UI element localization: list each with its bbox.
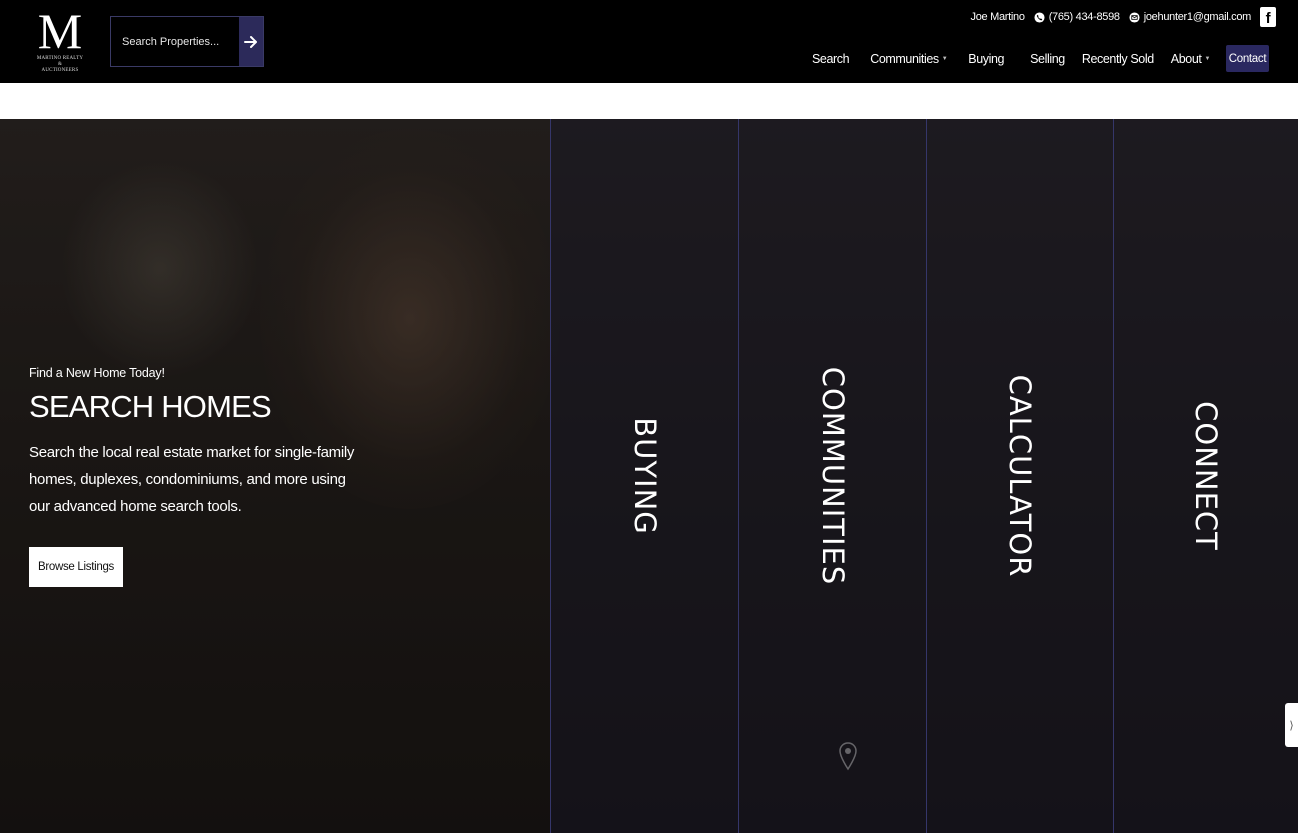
side-widget-tab[interactable]: ⟩: [1285, 703, 1298, 747]
facebook-letter: f: [1265, 10, 1271, 27]
main-nav: Search Communities ▼ Buying Selling Recen…: [791, 45, 1269, 72]
email-address: joehunter1@gmail.com: [1143, 11, 1252, 23]
site-header: M MARTINO REALTY & AUCTIONEERS Joe Marti…: [0, 0, 1298, 83]
panel-calculator[interactable]: CALCULATOR: [926, 119, 1113, 833]
nav-label: Communities: [870, 51, 939, 66]
search-form: [110, 16, 264, 67]
logo-letter: M: [37, 3, 83, 59]
arrow-right-icon: [244, 35, 257, 48]
phone-link[interactable]: (765) 434-8598: [1034, 11, 1120, 23]
hero-section: Find a New Home Today! SEARCH HOMES Sear…: [0, 119, 1298, 833]
hero-description: Search the local real estate market for …: [29, 444, 355, 515]
nav-item-about[interactable]: About ▼: [1170, 51, 1211, 66]
phone-number: (765) 434-8598: [1048, 11, 1120, 23]
search-submit-button[interactable]: [239, 17, 263, 66]
contact-bar: Joe Martino (765) 434-8598 joehunter1@gm…: [962, 6, 1276, 28]
agent-name: Joe Martino: [970, 11, 1025, 23]
nav-label: Recently Sold: [1081, 51, 1154, 66]
map-pin-icon: [839, 742, 857, 771]
hero-content: Find a New Home Today! SEARCH HOMES Sear…: [29, 366, 369, 520]
panel-buying[interactable]: BUYING: [550, 119, 738, 833]
hero-tagline: Find a New Home Today!: [29, 366, 165, 380]
panel-communities[interactable]: COMMUNITIES: [738, 119, 926, 833]
phone-icon: [1034, 11, 1045, 23]
panel-label: CONNECT: [1189, 401, 1223, 551]
nav-label: Buying: [968, 51, 1005, 66]
nav-label: About: [1170, 51, 1202, 66]
hero-title: SEARCH HOMES: [29, 389, 272, 424]
facebook-icon[interactable]: f: [1260, 7, 1276, 27]
search-input[interactable]: [111, 17, 240, 66]
nav-item-recently-sold[interactable]: Recently Sold: [1082, 52, 1154, 66]
email-link[interactable]: joehunter1@gmail.com: [1129, 11, 1251, 23]
panel-label: COMMUNITIES: [815, 366, 850, 586]
site-logo[interactable]: M MARTINO REALTY & AUCTIONEERS: [34, 6, 86, 76]
caret-down-icon: ▼: [941, 55, 948, 62]
nav-item-selling[interactable]: Selling: [1030, 52, 1065, 66]
panel-label: CALCULATOR: [1003, 374, 1037, 578]
nav-item-buying[interactable]: Buying: [968, 52, 1004, 66]
expand-icon: ⟩: [1289, 719, 1294, 732]
contact-button[interactable]: Contact: [1226, 45, 1269, 72]
email-icon: [1129, 11, 1140, 23]
nav-label: Search: [811, 51, 850, 66]
browse-listings-button[interactable]: Browse Listings: [29, 547, 123, 587]
nav-label: Selling: [1030, 51, 1065, 66]
panel-label: BUYING: [627, 417, 662, 535]
nav-item-communities[interactable]: Communities ▼: [870, 52, 947, 66]
logo-line-3: AUCTIONEERS: [41, 68, 79, 73]
panel-connect[interactable]: CONNECT: [1113, 119, 1298, 833]
caret-down-icon: ▼: [1204, 55, 1210, 62]
nav-item-search[interactable]: Search: [811, 51, 850, 66]
